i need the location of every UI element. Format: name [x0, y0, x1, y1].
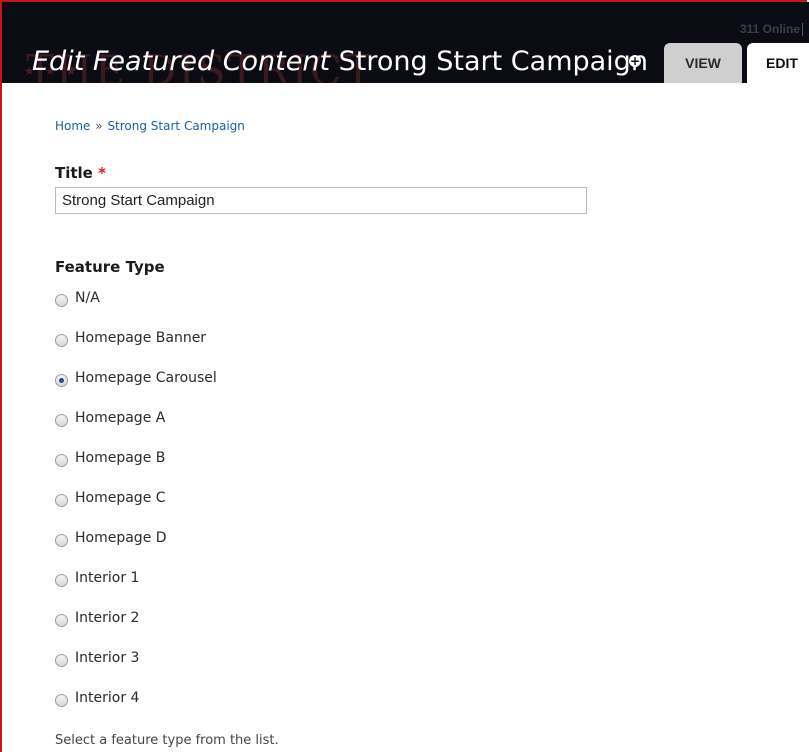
top-link-label[interactable]: 311 Online	[740, 22, 800, 36]
feature-type-option-homepage-b[interactable]: Homepage B	[55, 450, 217, 490]
radio-option-label[interactable]: N/A	[75, 290, 100, 306]
page-frame: THE DISTRICT ★★★ 311 Online Edit Feature…	[0, 0, 809, 752]
radio-button-icon[interactable]	[55, 494, 68, 507]
radio-option-label[interactable]: Homepage A	[75, 410, 165, 426]
feature-type-option-homepage-c[interactable]: Homepage C	[55, 490, 217, 530]
feature-type-label: Feature Type	[55, 258, 165, 276]
tab-view[interactable]: VIEW	[664, 43, 742, 83]
breadcrumb: Home » Strong Start Campaign	[55, 119, 245, 133]
title-field-label: Title *	[55, 164, 106, 182]
title-label-text: Title	[55, 164, 93, 182]
radio-option-label[interactable]: Homepage B	[75, 450, 165, 466]
feature-type-option-interior-4[interactable]: Interior 4	[55, 690, 217, 730]
radio-button-icon[interactable]	[55, 454, 68, 467]
radio-button-icon[interactable]	[55, 534, 68, 547]
radio-button-icon[interactable]	[55, 334, 68, 347]
tab-edit-label[interactable]: EDIT	[766, 55, 798, 71]
breadcrumb-home-link[interactable]: Home	[55, 119, 90, 133]
page-title: Edit Featured Content Strong Start Campa…	[32, 46, 648, 77]
feature-type-option-na[interactable]: N/A	[55, 290, 217, 330]
radio-option-label[interactable]: Interior 4	[75, 690, 139, 706]
feature-type-option-interior-1[interactable]: Interior 1	[55, 570, 217, 610]
radio-option-label[interactable]: Homepage Carousel	[75, 370, 217, 386]
top-link-311-online[interactable]: 311 Online	[740, 22, 803, 37]
feature-type-option-homepage-banner[interactable]: Homepage Banner	[55, 330, 217, 370]
feature-type-option-homepage-carousel[interactable]: Homepage Carousel	[55, 370, 217, 410]
required-marker: *	[98, 164, 106, 182]
feature-type-option-interior-3[interactable]: Interior 3	[55, 650, 217, 690]
feature-type-option-homepage-d[interactable]: Homepage D	[55, 530, 217, 570]
radio-option-label[interactable]: Homepage C	[75, 490, 166, 506]
add-shortcut-icon[interactable]: +	[629, 55, 641, 67]
breadcrumb-separator: »	[95, 119, 103, 133]
radio-button-checked-icon[interactable]	[55, 374, 68, 387]
breadcrumb-current-link[interactable]: Strong Start Campaign	[107, 119, 244, 133]
feature-type-option-interior-2[interactable]: Interior 2	[55, 610, 217, 650]
feature-type-option-homepage-a[interactable]: Homepage A	[55, 410, 217, 450]
radio-button-icon[interactable]	[55, 294, 68, 307]
feature-type-radio-group: N/A Homepage Banner Homepage Carousel Ho…	[55, 290, 217, 730]
radio-option-label[interactable]: Homepage D	[75, 530, 167, 546]
page-title-prefix: Edit Featured Content	[32, 46, 331, 77]
page-header: THE DISTRICT ★★★ 311 Online Edit Feature…	[2, 2, 809, 83]
radio-button-icon[interactable]	[55, 614, 68, 627]
radio-option-label[interactable]: Homepage Banner	[75, 330, 206, 346]
title-input[interactable]	[55, 187, 587, 214]
page-title-node-name: Strong Start Campaign	[338, 46, 648, 77]
radio-button-icon[interactable]	[55, 654, 68, 667]
feature-type-help-text: Select a feature type from the list.	[55, 733, 279, 748]
radio-option-label[interactable]: Interior 2	[75, 610, 139, 626]
radio-option-label[interactable]: Interior 3	[75, 650, 139, 666]
radio-button-icon[interactable]	[55, 574, 68, 587]
radio-option-label[interactable]: Interior 1	[75, 570, 139, 586]
radio-button-icon[interactable]	[55, 694, 68, 707]
tab-edit[interactable]: EDIT	[747, 43, 809, 83]
radio-button-icon[interactable]	[55, 414, 68, 427]
tab-view-label[interactable]: VIEW	[685, 55, 721, 71]
top-link-divider	[802, 23, 803, 37]
